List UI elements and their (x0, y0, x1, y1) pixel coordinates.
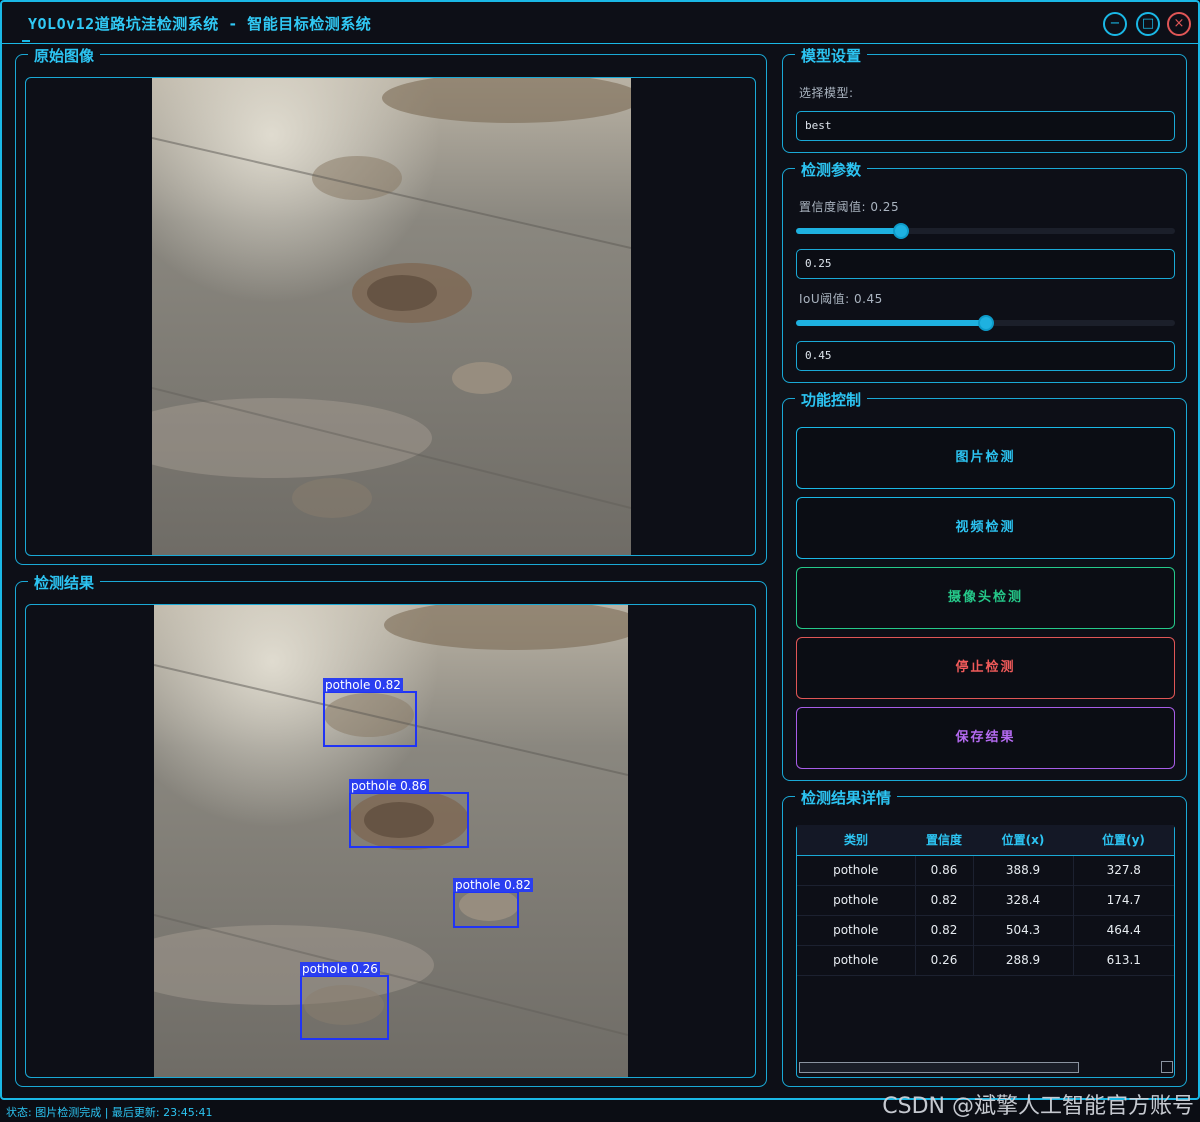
maximize-icon[interactable]: □ (1136, 12, 1160, 36)
detection-label: pothole 0.82 (323, 678, 403, 692)
cell-confidence: 0.82 (915, 915, 974, 946)
function-control-group: 功能控制 图片检测 视频检测 摄像头检测 停止检测 保存结果 (782, 389, 1187, 781)
detection-result-frame: pothole 0.82 pothole 0.86 pothole 0.82 p… (25, 604, 756, 1078)
table-row[interactable]: pothole 0.86 388.9 327.8 (797, 855, 1174, 886)
cell-confidence: 0.82 (915, 885, 974, 916)
column-header-y[interactable]: 位置(y) (1073, 825, 1174, 856)
iou-threshold-label: IoU阈值: 0.45 (799, 292, 883, 306)
detection-label: pothole 0.86 (349, 779, 429, 793)
cell-class: pothole (797, 855, 916, 886)
cell-y: 327.8 (1073, 855, 1174, 886)
table-header-row: 类别 置信度 位置(x) 位置(y) (797, 825, 1174, 856)
function-control-title: 功能控制 (795, 389, 868, 410)
cell-class: pothole (797, 945, 916, 976)
video-detect-button[interactable]: 视频检测 (796, 497, 1175, 559)
result-details-title: 检测结果详情 (795, 787, 898, 808)
detection-box (349, 792, 469, 848)
cell-x: 288.9 (973, 945, 1074, 976)
original-image-group: 原始图像 (15, 45, 767, 565)
detection-result-group: 检测结果 pothole 0.82 pothole 0.86 pothole 0… (15, 572, 767, 1087)
detection-box (453, 891, 519, 928)
detection-box (300, 975, 389, 1040)
original-image-frame (25, 77, 756, 556)
detection-result-title: 检测结果 (28, 572, 101, 593)
close-icon[interactable]: × (1167, 12, 1191, 36)
table-row[interactable]: pothole 0.82 328.4 174.7 (797, 885, 1174, 916)
horizontal-scrollbar[interactable] (799, 1062, 1079, 1073)
result-details-group: 检测结果详情 类别 置信度 位置(x) 位置(y) pothole 0.86 3… (782, 787, 1187, 1087)
original-road-image (152, 78, 631, 555)
app-window: YOLOv12道路坑洼检测系统 - 智能目标检测系统 − □ × 原始图像 检测… (0, 0, 1200, 1100)
model-settings-title: 模型设置 (795, 45, 868, 66)
model-settings-group: 模型设置 选择模型: best (782, 45, 1187, 153)
stop-detect-button[interactable]: 停止检测 (796, 637, 1175, 699)
status-bar: 状态: 图片检测完成 | 最后更新: 23:45:41 (6, 1106, 213, 1119)
confidence-slider[interactable] (796, 223, 1175, 239)
detection-params-group: 检测参数 置信度阈值: 0.25 0.25 IoU阈值: 0.45 0.45 (782, 159, 1187, 383)
cell-x: 388.9 (973, 855, 1074, 886)
cell-class: pothole (797, 885, 916, 916)
detection-label: pothole 0.82 (453, 878, 533, 892)
confidence-threshold-label: 置信度阈值: 0.25 (799, 200, 900, 214)
title-bar[interactable]: YOLOv12道路坑洼检测系统 - 智能目标检测系统 − □ × (2, 2, 1198, 44)
confidence-slider-fill (796, 228, 901, 234)
cell-y: 464.4 (1073, 915, 1174, 946)
iou-input[interactable]: 0.45 (796, 341, 1175, 371)
confidence-input[interactable]: 0.25 (796, 249, 1175, 279)
cell-y: 613.1 (1073, 945, 1174, 976)
select-model-label: 选择模型: (799, 86, 854, 100)
cell-confidence: 0.86 (915, 855, 974, 886)
table-row[interactable]: pothole 0.26 288.9 613.1 (797, 945, 1174, 976)
column-header-x[interactable]: 位置(x) (973, 825, 1073, 856)
iou-slider-handle[interactable] (978, 315, 994, 331)
image-detect-button[interactable]: 图片检测 (796, 427, 1175, 489)
window-title: YOLOv12道路坑洼检测系统 - 智能目标检测系统 (28, 15, 372, 33)
table-row[interactable]: pothole 0.82 504.3 464.4 (797, 915, 1174, 946)
iou-slider-fill (796, 320, 986, 326)
detection-label: pothole 0.26 (300, 962, 380, 976)
scroll-corner (1161, 1061, 1173, 1073)
cell-x: 504.3 (973, 915, 1074, 946)
confidence-slider-handle[interactable] (893, 223, 909, 239)
save-result-button[interactable]: 保存结果 (796, 707, 1175, 769)
column-header-class[interactable]: 类别 (797, 825, 915, 856)
detected-road-image: pothole 0.82 pothole 0.86 pothole 0.82 p… (154, 605, 628, 1077)
cell-x: 328.4 (973, 885, 1074, 916)
minimize-icon[interactable]: − (1103, 12, 1127, 36)
camera-detect-button[interactable]: 摄像头检测 (796, 567, 1175, 629)
cell-class: pothole (797, 915, 916, 946)
title-accent (22, 40, 30, 42)
detection-params-title: 检测参数 (795, 159, 868, 180)
cell-confidence: 0.26 (915, 945, 974, 976)
model-select[interactable]: best (796, 111, 1175, 141)
original-image-title: 原始图像 (28, 45, 101, 66)
cell-y: 174.7 (1073, 885, 1174, 916)
column-header-confidence[interactable]: 置信度 (915, 825, 973, 856)
result-table: 类别 置信度 位置(x) 位置(y) pothole 0.86 388.9 32… (797, 825, 1174, 976)
detection-box (323, 691, 417, 747)
iou-slider[interactable] (796, 315, 1175, 331)
